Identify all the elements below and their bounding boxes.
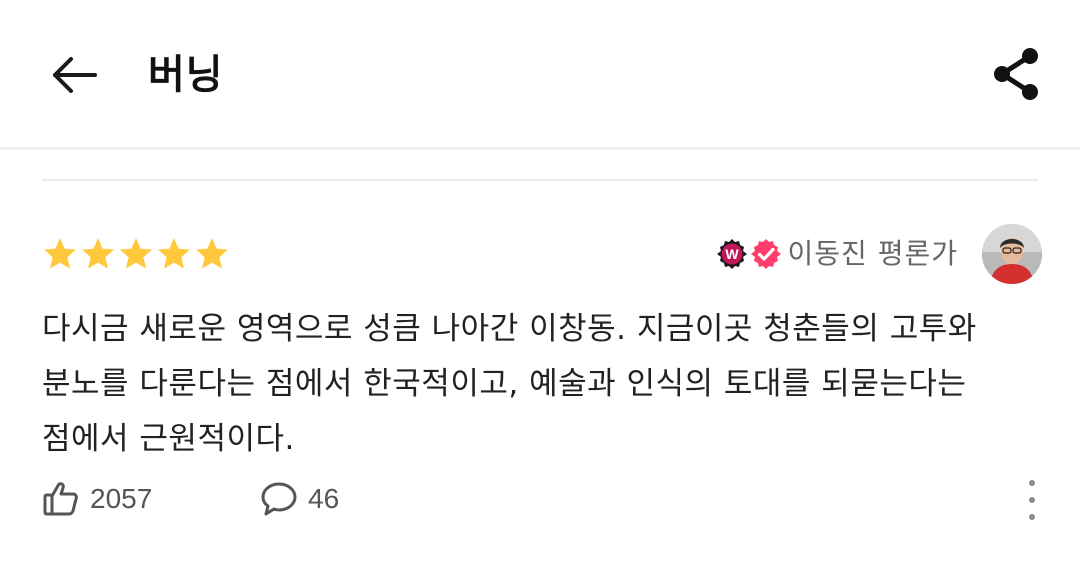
comment-bubble-icon <box>261 482 297 516</box>
reviewer-name[interactable]: 이동진 평론가 <box>788 236 958 272</box>
star-rating <box>42 236 230 272</box>
star-icon <box>82 238 114 269</box>
share-icon <box>994 48 1038 100</box>
thumbs-up-icon <box>43 482 78 516</box>
movie-review-screen: 버닝 W 이동진 평론가 다시금 새로운 영역으로 성큼 나아간 이창동. 지금… <box>0 0 1080 586</box>
back-arrow-icon <box>53 57 97 93</box>
like-count: 2057 <box>90 483 153 514</box>
share-button[interactable] <box>988 44 1044 104</box>
review-text: 다시금 새로운 영역으로 성큼 나아간 이창동. 지금이곳 청춘들의 고투와 분… <box>42 311 977 457</box>
more-vertical-icon <box>1029 480 1035 486</box>
comment-button[interactable]: 46 <box>260 476 339 522</box>
card-divider <box>42 179 1038 181</box>
back-button[interactable] <box>46 50 100 100</box>
star-icon <box>120 238 152 269</box>
w-badge-icon: W <box>716 239 747 269</box>
header-divider <box>0 147 1080 150</box>
star-icon <box>196 238 228 269</box>
star-icon <box>44 238 76 269</box>
page-title: 버닝 <box>148 52 224 98</box>
verified-check-icon <box>750 239 781 269</box>
review-actions: 2057 46 <box>42 476 1042 526</box>
app-header: 버닝 <box>0 0 1080 150</box>
like-button[interactable]: 2057 <box>42 476 152 522</box>
reviewer-avatar[interactable] <box>982 224 1042 284</box>
avatar-photo <box>982 224 1042 284</box>
more-options-button[interactable] <box>1022 480 1042 520</box>
star-icon <box>158 238 190 269</box>
reviewer-info[interactable]: W 이동진 평론가 <box>716 224 1042 284</box>
comment-count: 46 <box>308 483 340 514</box>
svg-text:W: W <box>725 246 739 262</box>
